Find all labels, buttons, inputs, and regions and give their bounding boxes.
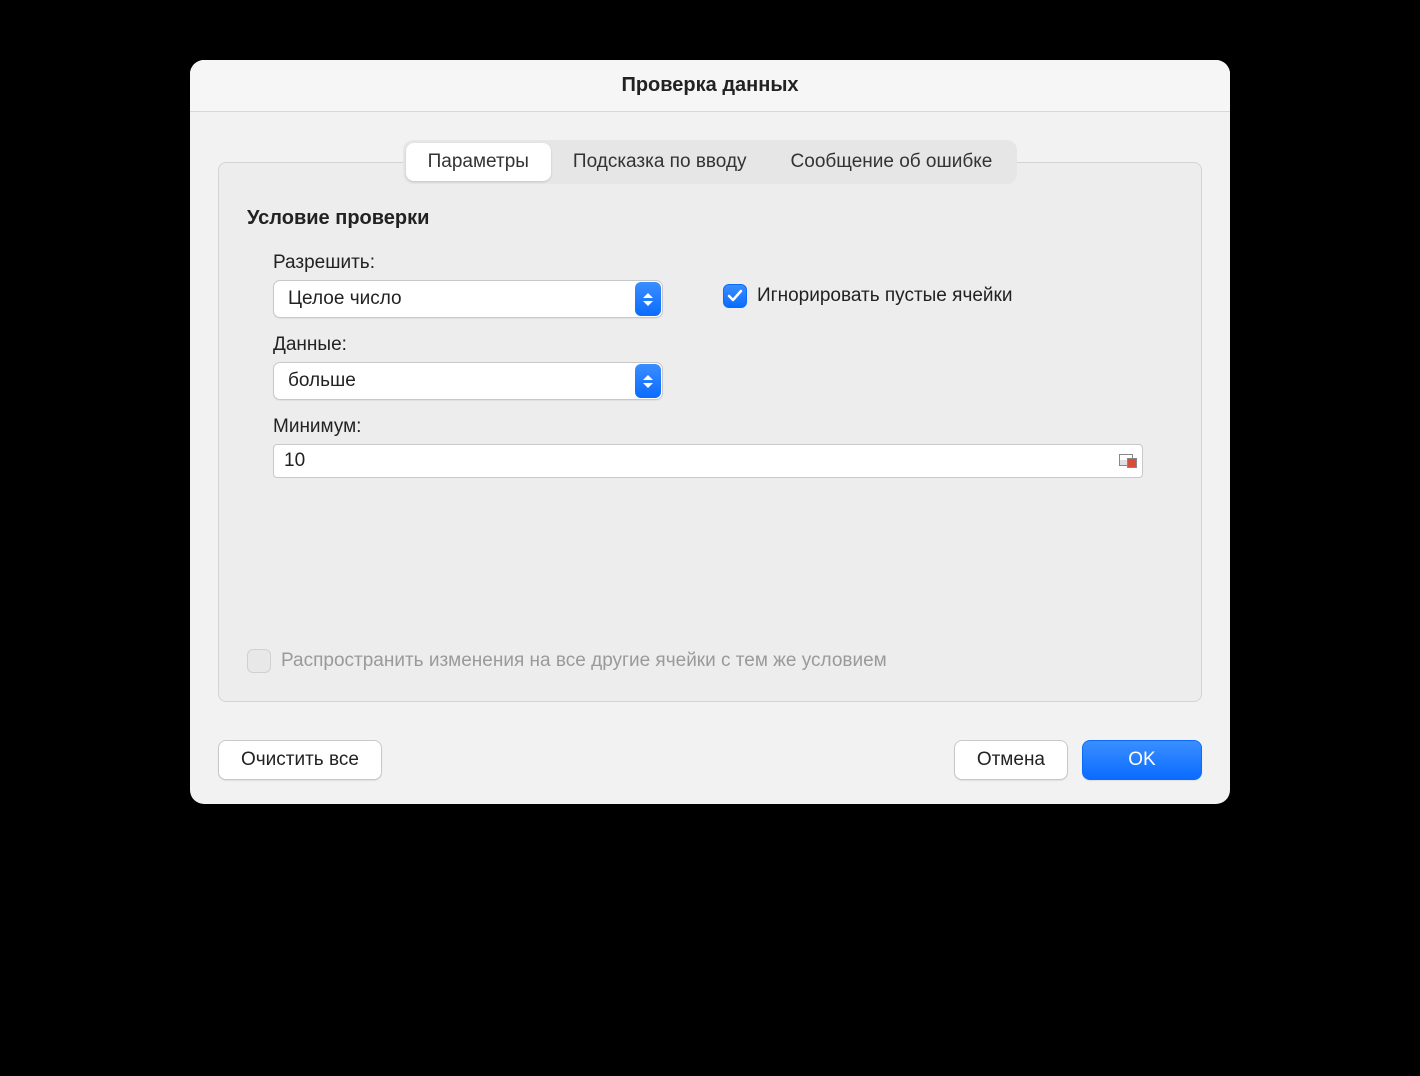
settings-panel: Условие проверки Разрешить: Целое число xyxy=(218,162,1202,702)
data-label: Данные: xyxy=(273,334,1173,356)
tabbar: Параметры Подсказка по вводу Сообщение о… xyxy=(218,140,1202,184)
dialog-footer: Очистить все Отмена OK xyxy=(190,722,1230,804)
range-selector-button[interactable] xyxy=(1117,450,1139,472)
clear-all-button[interactable]: Очистить все xyxy=(218,740,382,780)
propagate-label: Распространить изменения на все другие я… xyxy=(281,650,887,672)
validation-condition-title: Условие проверки xyxy=(247,207,1173,230)
ignore-blank-checkbox[interactable] xyxy=(723,284,747,308)
data-validation-dialog: Проверка данных Параметры Подсказка по в… xyxy=(190,60,1230,804)
ignore-blank-label: Игнорировать пустые ячейки xyxy=(757,285,1012,307)
propagate-checkbox xyxy=(247,649,271,673)
tab-error-message[interactable]: Сообщение об ошибке xyxy=(769,143,1015,181)
tab-input-hint[interactable]: Подсказка по вводу xyxy=(551,143,769,181)
minimum-label: Минимум: xyxy=(273,416,1173,438)
tab-settings[interactable]: Параметры xyxy=(406,143,551,181)
allow-select[interactable]: Целое число xyxy=(273,280,663,318)
range-selector-icon xyxy=(1119,454,1137,468)
check-icon xyxy=(727,288,743,304)
cancel-button[interactable]: Отмена xyxy=(954,740,1068,780)
data-select[interactable]: больше xyxy=(273,362,663,400)
allow-label: Разрешить: xyxy=(273,252,1173,274)
titlebar: Проверка данных xyxy=(190,60,1230,112)
ok-button[interactable]: OK xyxy=(1082,740,1202,780)
minimum-input[interactable] xyxy=(273,444,1143,478)
dialog-content: Параметры Подсказка по вводу Сообщение о… xyxy=(190,112,1230,722)
dialog-title: Проверка данных xyxy=(621,74,798,97)
